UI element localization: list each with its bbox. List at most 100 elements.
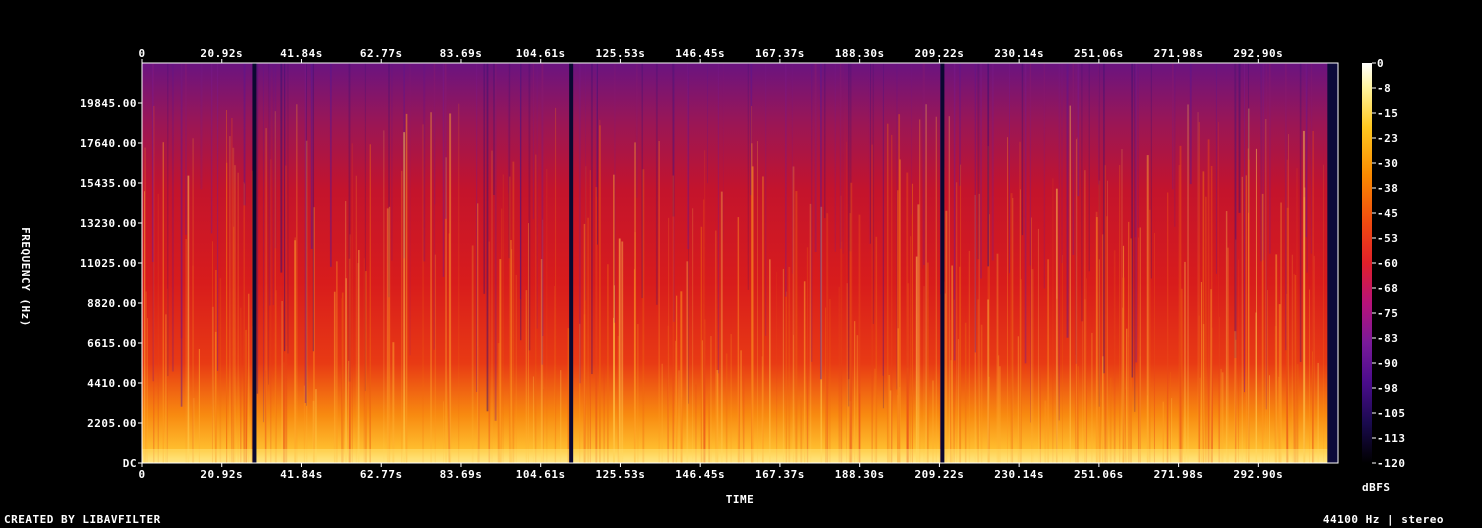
spectral-streak <box>1167 192 1169 463</box>
spectral-streak <box>476 63 478 392</box>
spectral-streak <box>703 319 706 463</box>
spectral-streak <box>405 113 408 463</box>
spectral-streak <box>151 63 154 263</box>
x-tick-label-bottom: 41.84s <box>280 468 323 481</box>
spectral-streak <box>948 116 950 463</box>
spectral-streak <box>1255 312 1257 463</box>
spectral-streak <box>1113 250 1116 463</box>
spectral-streak <box>658 141 660 463</box>
spectral-streak <box>692 208 694 463</box>
footer-sample-info: 44100 Hz | stereo <box>1322 513 1444 526</box>
x-axis-top: 0 20.92s 41.84s 62.77s 83.69s 104.61s 125.53s 1… <box>138 47 1283 63</box>
spectral-streak <box>162 142 164 463</box>
spectral-streak <box>180 63 183 339</box>
spectral-streak <box>870 63 871 244</box>
x-tick-label-top: 83.69s <box>440 47 483 60</box>
x-tick-label-bottom: 62.77s <box>360 468 403 481</box>
spectral-streak <box>248 293 250 463</box>
spectral-streak <box>554 285 556 463</box>
spectral-streak <box>1029 63 1031 266</box>
spectral-streak <box>925 104 927 463</box>
spectral-streak <box>1197 112 1199 463</box>
spectral-streak <box>1286 293 1288 463</box>
spectral-streak <box>1148 209 1151 463</box>
spectral-streak <box>1020 189 1021 463</box>
spectral-streak <box>546 168 548 463</box>
x-tick-label-top: 125.53s <box>596 47 646 60</box>
spectral-streak <box>349 234 351 463</box>
spectral-streak <box>147 318 148 463</box>
spectral-streak <box>1056 298 1058 463</box>
colorbar-tick-label: -23 <box>1377 132 1398 145</box>
spectral-streak <box>730 334 732 463</box>
spectral-streak <box>722 63 724 241</box>
spectral-streak <box>434 254 436 463</box>
spectral-streak <box>491 150 493 463</box>
colorbar-tick-label: -68 <box>1377 282 1398 295</box>
spectral-streak <box>915 256 918 463</box>
spectral-streak <box>1293 273 1295 463</box>
spectral-streak <box>846 141 847 463</box>
spectral-streak <box>219 278 222 463</box>
spectral-streak <box>515 274 517 463</box>
spectral-streak <box>1187 104 1189 463</box>
spectral-streak <box>1024 63 1027 364</box>
y-tick-label: 8820.00 <box>87 297 137 310</box>
spectral-streak <box>403 132 406 463</box>
x-tick-label-top: 271.98s <box>1154 47 1204 60</box>
spectrogram-base <box>142 63 1338 463</box>
spectral-streak <box>383 130 385 463</box>
spectral-streak <box>329 63 332 267</box>
spectral-streak <box>305 140 308 463</box>
spectral-streak <box>957 339 959 463</box>
spectral-streak <box>1039 366 1041 463</box>
spectral-streak <box>501 208 503 463</box>
spectral-streak <box>392 342 395 463</box>
spectral-streak <box>185 239 188 463</box>
spectral-streak <box>819 63 822 380</box>
spectral-streak <box>1061 63 1063 264</box>
spectral-streak <box>1058 63 1060 421</box>
spectral-streak <box>953 299 955 463</box>
spectral-streak <box>886 123 889 463</box>
spectral-streak <box>1287 134 1289 463</box>
colorbar-tick-label: -8 <box>1377 82 1391 95</box>
spectral-streak <box>1261 193 1264 463</box>
spectral-streak <box>283 362 285 463</box>
spectral-streak <box>198 348 200 463</box>
spectral-streak <box>229 136 231 463</box>
x-tick-label-bottom: 167.37s <box>755 468 805 481</box>
spectral-streak <box>642 169 645 463</box>
spectral-streak <box>217 63 219 371</box>
spectral-streak <box>875 236 878 463</box>
spectral-streak <box>336 261 338 463</box>
spectral-streak <box>1043 63 1046 289</box>
spectral-streak <box>596 63 598 245</box>
colorbar-tick-label: -53 <box>1377 232 1398 245</box>
spectral-streak <box>825 307 826 463</box>
colorbar-tick-label: -30 <box>1377 157 1398 170</box>
spectral-streak <box>761 356 763 463</box>
spectral-streak <box>493 63 495 195</box>
spectral-streak <box>809 203 812 463</box>
spectral-streak <box>785 291 788 463</box>
spectral-streak <box>1303 187 1306 463</box>
spectral-streak <box>1130 238 1132 463</box>
spectral-streak <box>1077 63 1080 197</box>
colorbar-tick-label: -60 <box>1377 257 1398 270</box>
spectral-streak <box>187 175 190 463</box>
spectral-streak <box>1009 63 1010 274</box>
spectral-streak <box>672 175 675 463</box>
spectral-streak <box>1225 211 1228 463</box>
spectral-streak <box>826 213 829 463</box>
x-tick-label-bottom: 271.98s <box>1154 468 1204 481</box>
spectral-streak <box>978 193 980 463</box>
spectral-streak <box>1174 63 1176 227</box>
spectral-streak <box>388 206 391 463</box>
spectral-streak <box>856 335 859 463</box>
spectral-streak <box>841 241 843 463</box>
spectral-streak <box>1105 216 1108 463</box>
spectral-streak <box>922 63 924 269</box>
spectral-streak <box>1180 288 1183 463</box>
spectral-streak <box>244 183 245 463</box>
